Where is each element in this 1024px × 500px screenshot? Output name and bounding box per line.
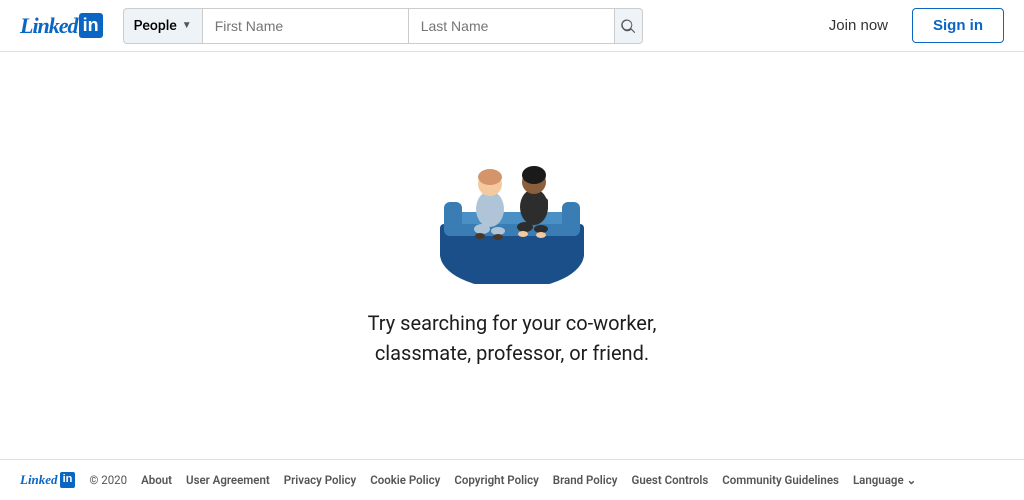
chevron-down-icon: ⌄: [907, 473, 917, 487]
footer-link-brand[interactable]: Brand Policy: [553, 473, 618, 487]
chevron-down-icon: ▼: [182, 20, 192, 31]
search-category-dropdown[interactable]: People ▼: [123, 8, 202, 44]
empty-state-text: Try searching for your co-worker, classm…: [368, 308, 657, 368]
search-icon: [620, 18, 636, 34]
logo-text: Linked: [20, 13, 78, 39]
last-name-input[interactable]: [408, 8, 614, 44]
sign-in-button[interactable]: Sign in: [912, 8, 1004, 43]
footer: Linkedin © 2020 About User Agreement Pri…: [0, 459, 1024, 500]
main-content: Try searching for your co-worker, classm…: [0, 52, 1024, 459]
footer-link-user-agreement[interactable]: User Agreement: [186, 473, 270, 487]
search-button[interactable]: [614, 8, 643, 44]
footer-link-guest[interactable]: Guest Controls: [631, 473, 708, 487]
footer-link-copyright[interactable]: Copyright Policy: [454, 473, 538, 487]
linkedin-logo: Linkedin: [20, 13, 103, 39]
header: Linkedin People ▼ Join now Sign in: [0, 0, 1024, 52]
logo-in: in: [79, 13, 103, 39]
footer-logo-in: in: [60, 472, 76, 487]
join-now-button[interactable]: Join now: [817, 9, 900, 42]
footer-copyright: © 2020: [89, 473, 127, 487]
first-name-input[interactable]: [202, 8, 408, 44]
empty-state-line1: Try searching for your co-worker,: [368, 311, 657, 335]
footer-logo: Linkedin: [20, 472, 75, 488]
footer-link-cookie[interactable]: Cookie Policy: [370, 473, 440, 487]
footer-link-community[interactable]: Community Guidelines: [722, 473, 839, 487]
search-category-label: People: [134, 18, 177, 34]
footer-link-privacy[interactable]: Privacy Policy: [284, 473, 356, 487]
footer-language-selector[interactable]: Language ⌄: [853, 473, 916, 487]
footer-link-about[interactable]: About: [141, 473, 172, 487]
footer-logo-text: Linked: [20, 472, 58, 488]
search-bar: People ▼: [123, 8, 643, 44]
empty-state-illustration: [422, 124, 602, 284]
empty-state-line2: classmate, professor, or friend.: [375, 341, 649, 365]
